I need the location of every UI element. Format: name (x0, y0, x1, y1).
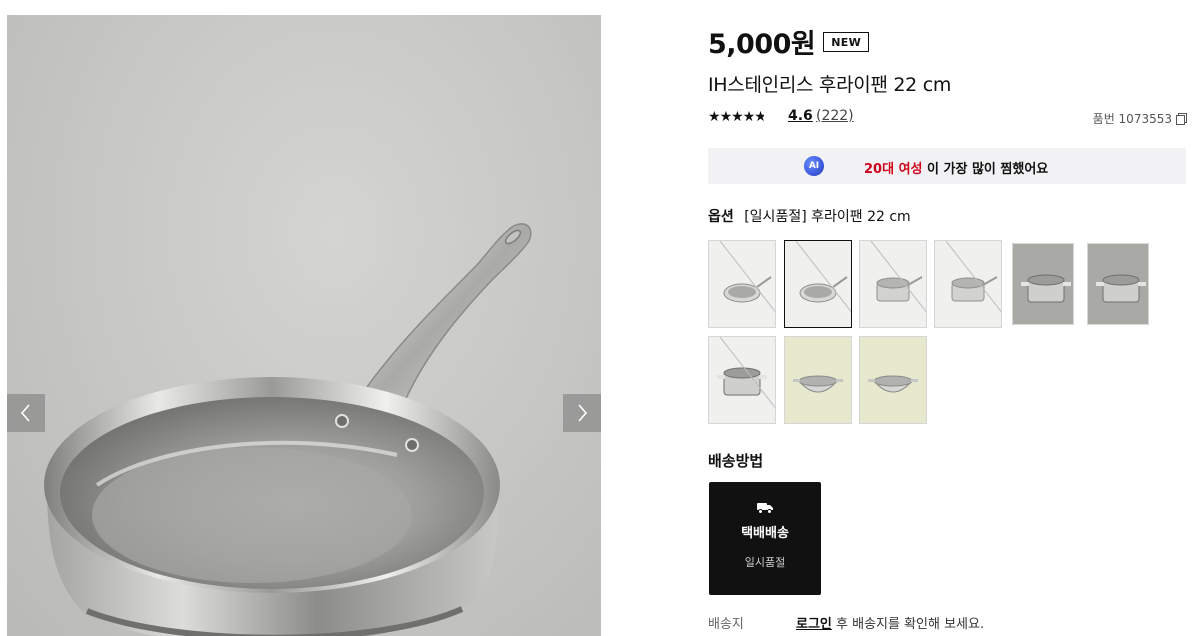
destination-text: 로그인 후 배송지를 확인해 보세요. (796, 613, 984, 632)
option-swatch[interactable] (708, 240, 776, 328)
chevron-left-icon (20, 404, 30, 422)
option-swatch[interactable] (934, 240, 1002, 328)
swatch-thumbnail (876, 276, 923, 302)
new-badge: NEW (823, 31, 870, 52)
rating-score[interactable]: 4.6 (788, 108, 813, 124)
star-icon: ★ (719, 109, 733, 125)
option-swatch[interactable] (708, 336, 776, 424)
option-value: [일시품절] 후라이팬 22 cm (744, 209, 911, 225)
rating-row: ★ ★ ★ ★ ★ 4.6 (222) 품번 1073553 (708, 108, 1187, 128)
product-number-text: 품번 1073553 (1092, 112, 1172, 126)
ai-recommendation-banner: AI 20대 여성 이 가장 많이 찜했어요 (708, 148, 1186, 184)
option-swatch[interactable] (784, 336, 852, 424)
swatch-thumbnail (723, 276, 772, 303)
destination-label: 배송지 (708, 617, 744, 632)
option-row: 옵션 [일시품절] 후라이팬 22 cm (708, 206, 911, 226)
swatch-thumbnail (793, 375, 843, 393)
product-number: 품번 1073553 (1092, 110, 1187, 127)
product-price: 5,000원 (708, 29, 816, 60)
product-info-panel: 5,000원 NEW IH스테인리스 후라이팬 22 cm ★ ★ ★ ★ ★ … (708, 0, 1187, 636)
next-image-button[interactable] (563, 394, 601, 432)
option-swatch[interactable] (859, 240, 927, 328)
chevron-right-icon (578, 404, 588, 422)
swatch-thumbnail (1096, 274, 1146, 303)
swatch-thumbnail (868, 375, 918, 393)
option-swatch[interactable] (859, 336, 927, 424)
swatch-thumbnail (717, 367, 767, 396)
ai-banner-message: 이 가장 많이 찜했어요 (922, 162, 1049, 177)
review-count-link[interactable]: (222) (816, 108, 854, 124)
destination-message: 후 배송지를 확인해 보세요. (831, 617, 985, 632)
ai-icon: AI (804, 156, 824, 176)
swatch-thumbnail (1021, 274, 1071, 303)
product-image-gallery (7, 15, 601, 636)
shipping-method-status: 일시품절 (744, 556, 786, 569)
option-label: 옵션 (708, 209, 734, 225)
price-row: 5,000원 NEW (708, 22, 870, 61)
product-photo (44, 223, 532, 636)
star-icon: ★ (742, 109, 756, 125)
star-rating: ★ ★ ★ ★ ★ (708, 109, 764, 125)
star-icon: ★ (708, 109, 721, 125)
product-title: IH스테인리스 후라이팬 22 cm (708, 74, 952, 96)
partial-star-icon: ★ (754, 109, 765, 125)
shipping-heading: 배송방법 (708, 452, 764, 470)
login-link[interactable]: 로그인 (796, 617, 832, 632)
swatch-thumbnail (799, 276, 848, 303)
star-icon: ★ (731, 109, 744, 125)
ai-highlight-text: 20대 여성 (864, 162, 923, 177)
option-swatch[interactable] (1087, 243, 1149, 325)
option-swatch[interactable] (784, 240, 852, 328)
copy-icon[interactable] (1176, 113, 1187, 125)
option-swatch[interactable] (1012, 243, 1074, 325)
shipping-method-card[interactable]: 택배배송 일시품절 (709, 482, 821, 595)
truck-icon (757, 503, 773, 514)
swatch-thumbnail (951, 276, 998, 302)
ai-banner-text: 20대 여성 이 가장 많이 찜했어요 (864, 158, 1048, 177)
prev-image-button[interactable] (7, 394, 45, 432)
shipping-method-title: 택배배송 (741, 526, 789, 541)
